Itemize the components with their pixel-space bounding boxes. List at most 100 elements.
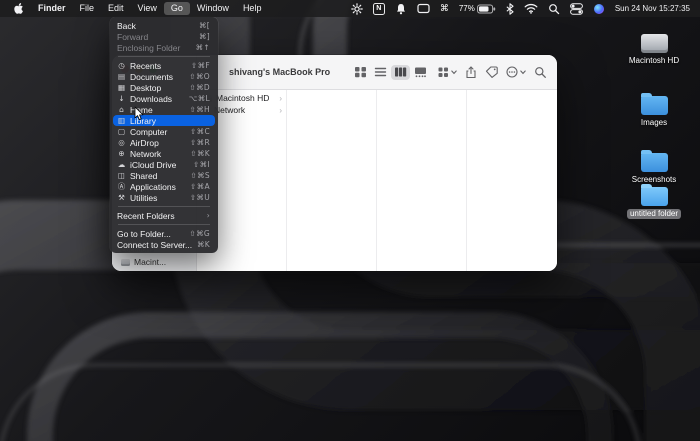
browser-column-3[interactable]	[377, 90, 467, 271]
view-columns-button[interactable]	[391, 65, 410, 80]
menu-item-label: Forward	[117, 32, 148, 42]
group-button[interactable]	[438, 64, 457, 80]
spotlight-menu-extra[interactable]	[543, 0, 565, 17]
menu-item-label: AirDrop	[130, 138, 159, 148]
menu-item-shortcut: ⌘]	[199, 32, 210, 41]
browser-column-2[interactable]	[287, 90, 377, 271]
notion-menu-extra[interactable]: N	[368, 0, 390, 17]
menu-item-label: iCloud Drive	[130, 160, 176, 170]
share-button[interactable]	[465, 64, 477, 80]
battery-icon	[477, 4, 496, 14]
menu-help[interactable]: Help	[236, 2, 269, 15]
notifications-menu-extra[interactable]	[390, 0, 412, 17]
display-menu-extra[interactable]	[412, 0, 435, 17]
tags-icon	[485, 66, 498, 78]
menu-item-shortcut: ⇧⌘F	[191, 61, 210, 70]
menu-item-shortcut: ⌘[	[199, 21, 210, 30]
wifi-menu-extra[interactable]	[519, 0, 543, 17]
menu-bar-clock[interactable]: Sun 24 Nov 15:27:35	[610, 4, 694, 13]
menu-item-label: Network	[130, 149, 161, 159]
menu-item-computer[interactable]: ▢ Computer ⇧⌘C	[113, 126, 215, 137]
menu-separator	[118, 224, 210, 225]
utilities-icon: ⚒	[117, 194, 126, 202]
window-title: shivang's MacBook Pro	[229, 67, 330, 77]
mouse-cursor	[134, 106, 145, 121]
menu-item-shortcut: ⇧⌘H	[190, 105, 210, 114]
wifi-icon	[524, 3, 538, 14]
browser-column-4[interactable]	[467, 90, 557, 271]
menu-item-shortcut: ⇧⌘I	[193, 160, 210, 169]
menu-item-network[interactable]: ⊕ Network ⇧⌘K	[113, 148, 215, 159]
menu-item-utilities[interactable]: ⚒ Utilities ⇧⌘U	[113, 192, 215, 203]
desktop-icon-screenshots[interactable]: Screenshots	[627, 149, 681, 185]
menu-go[interactable]: Go	[164, 2, 190, 15]
menu-item-recent-folders[interactable]: Recent Folders ›	[113, 210, 215, 221]
bluetooth-menu-extra[interactable]	[501, 0, 519, 17]
view-gallery-icon	[414, 66, 427, 78]
menu-item-applications[interactable]: Ⓐ Applications ⇧⌘A	[113, 181, 215, 192]
menu-item-home[interactable]: ⌂ Home ⇧⌘H	[113, 104, 215, 115]
menu-item-documents[interactable]: ▤ Documents ⇧⌘O	[113, 71, 215, 82]
folder-icon	[641, 96, 668, 115]
menu-finder[interactable]: Finder	[31, 2, 73, 15]
menu-item-go-to-folder[interactable]: Go to Folder... ⇧⌘G	[113, 228, 215, 239]
menu-edit[interactable]: Edit	[101, 2, 131, 15]
download-arrow-icon: ↓	[117, 95, 126, 103]
control-center-menu-extra[interactable]	[565, 0, 588, 17]
spotlight-search-icon	[548, 3, 560, 15]
menu-item-icloud-drive[interactable]: ☁ iCloud Drive ⇧⌘I	[113, 159, 215, 170]
battery-menu-extra[interactable]: 77%	[454, 0, 501, 17]
sidebar-item-label: Macint...	[134, 257, 166, 267]
menu-item-label: Computer	[130, 127, 167, 137]
airdrop-icon: ◎	[117, 139, 126, 147]
menu-view[interactable]: View	[131, 2, 164, 15]
menu-item-library[interactable]: ▥ Library	[113, 115, 215, 126]
menu-item-label: Desktop	[130, 83, 161, 93]
siri-icon	[593, 3, 605, 15]
menu-item-shortcut: ⇧⌘C	[190, 127, 210, 136]
cloud-icon: ☁	[117, 161, 126, 169]
command-menu-extra[interactable]: ⌘	[435, 0, 454, 17]
menu-item-label: Applications	[130, 182, 176, 192]
menu-separator	[118, 56, 210, 57]
desktop-icon-macintosh-hd[interactable]: Macintosh HD	[627, 34, 681, 66]
menu-window[interactable]: Window	[190, 2, 236, 15]
desktop-icon-untitled-folder[interactable]: untitled folder	[627, 183, 681, 219]
clock-icon: ◷	[117, 62, 126, 70]
view-switcher	[351, 65, 430, 80]
gear-menu-extra[interactable]	[346, 0, 368, 17]
desktop-icon-label-selected: untitled folder	[627, 209, 681, 219]
sidebar-item-macintosh-hd[interactable]: Macint...	[121, 257, 166, 267]
menu-item-label: Back	[117, 21, 136, 31]
view-columns-icon	[394, 66, 407, 78]
tags-button[interactable]	[485, 64, 498, 80]
toolbar-search-button[interactable]	[534, 64, 547, 80]
display-icon	[417, 3, 430, 14]
applications-icon: Ⓐ	[117, 183, 126, 191]
share-icon	[465, 66, 477, 79]
menu-item-desktop[interactable]: ▦ Desktop ⇧⌘D	[113, 82, 215, 93]
column-browser: Macintosh HD › Network ›	[197, 90, 557, 271]
menu-item-shared[interactable]: ◫ Shared ⇧⌘S	[113, 170, 215, 181]
desktop-icon-images[interactable]: Images	[627, 92, 681, 128]
view-grid-button[interactable]	[351, 65, 370, 80]
view-gallery-button[interactable]	[411, 65, 430, 80]
siri-menu-extra[interactable]	[588, 0, 610, 17]
menu-item-connect-to-server[interactable]: Connect to Server... ⌘K	[113, 239, 215, 250]
view-list-button[interactable]	[371, 65, 390, 80]
bluetooth-icon	[506, 3, 514, 15]
menu-item-airdrop[interactable]: ◎ AirDrop ⇧⌘R	[113, 137, 215, 148]
menu-item-downloads[interactable]: ↓ Downloads ⌥⌘L	[113, 93, 215, 104]
menu-separator	[118, 206, 210, 207]
apple-menu[interactable]	[6, 2, 31, 15]
document-icon: ▤	[117, 73, 126, 81]
menu-item-shortcut: ⇧⌘K	[190, 149, 210, 158]
more-button[interactable]	[506, 64, 526, 80]
menu-item-label: Enclosing Folder	[117, 43, 180, 53]
menu-item-shortcut: ⌘↑	[196, 43, 210, 52]
menu-item-back[interactable]: Back ⌘[	[113, 20, 215, 31]
menu-file[interactable]: File	[73, 2, 102, 15]
chevron-down-icon	[520, 70, 526, 75]
browser-item-label: Macintosh HD	[216, 93, 269, 103]
menu-item-recents[interactable]: ◷ Recents ⇧⌘F	[113, 60, 215, 71]
